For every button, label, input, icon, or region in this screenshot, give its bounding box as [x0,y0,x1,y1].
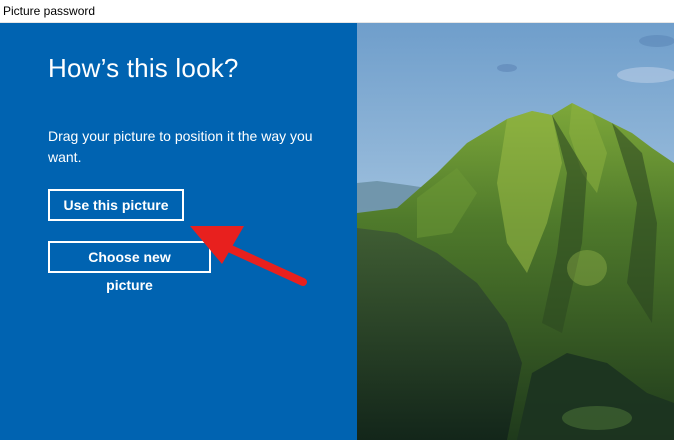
password-picture[interactable] [357,23,674,440]
instruction-text: Drag your picture to position it the way… [48,128,313,165]
window-title: Picture password [3,4,96,18]
choose-new-picture-button[interactable]: Choose new picture [48,241,211,293]
settings-panel [0,23,357,440]
page-title: How’s this look? [48,53,239,83]
title-bar: Picture password [0,0,674,23]
use-this-picture-button[interactable]: Use this picture [48,189,184,221]
